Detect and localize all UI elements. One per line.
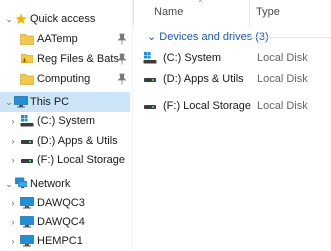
- nav-drive-label: (D:) Apps & Utils: [37, 135, 118, 147]
- chevron-down-icon[interactable]: ⌄: [147, 31, 156, 43]
- folder-icon: [20, 74, 34, 85]
- nav-item-label: AATemp: [37, 33, 78, 45]
- nav-quick-access-label: Quick access: [30, 13, 96, 25]
- drive-icon: [144, 105, 156, 109]
- folder-warning-icon: [21, 53, 33, 64]
- chevron-right-icon[interactable]: ›: [9, 116, 17, 126]
- nav-drive-label: (F:) Local Storage: [37, 154, 126, 166]
- windows-drive-icon: [20, 115, 34, 127]
- column-header-name[interactable]: Name: [154, 6, 183, 18]
- nav-network[interactable]: ⌄ Network: [0, 174, 130, 194]
- list-item[interactable]: (C:) System Local Disk: [141, 50, 331, 68]
- content-pane: ⌃ Name Type ⌄ Devices and drives (3) (C:…: [133, 0, 331, 250]
- chevron-down-icon[interactable]: ⌄: [5, 179, 13, 189]
- item-type: Local Disk: [257, 73, 308, 85]
- folder-icon: [20, 34, 34, 45]
- chevron-right-icon[interactable]: ›: [9, 236, 17, 246]
- nav-item-aatemp[interactable]: AATemp: [0, 29, 130, 49]
- monitor-icon: [20, 235, 34, 247]
- nav-computer-label: HEMPC1: [37, 235, 83, 247]
- chevron-down-icon[interactable]: ⌄: [5, 14, 13, 24]
- drive-icon: [144, 78, 156, 82]
- nav-item-label: Computing: [37, 73, 91, 85]
- pin-icon[interactable]: [117, 73, 127, 85]
- group-divider: [245, 37, 331, 38]
- chevron-right-icon[interactable]: ›: [9, 198, 17, 208]
- list-item[interactable]: (D:) Apps & Utils Local Disk: [141, 71, 331, 89]
- column-header-type[interactable]: Type: [256, 6, 280, 18]
- pin-icon[interactable]: [117, 33, 127, 45]
- nav-computer-hempc1[interactable]: › HEMPC1: [0, 231, 130, 251]
- chevron-right-icon[interactable]: ›: [9, 217, 17, 227]
- nav-computer-label: DAWQC4: [37, 216, 85, 228]
- star-icon: [15, 13, 27, 25]
- column-separator: [133, 0, 134, 26]
- nav-computer-dawqc3[interactable]: › DAWQC3: [0, 193, 130, 213]
- item-type: Local Disk: [257, 52, 308, 64]
- monitor-icon: [20, 216, 34, 228]
- sort-ascending-icon: ⌃: [197, 0, 204, 8]
- nav-this-pc[interactable]: ⌄ This PC: [0, 92, 130, 112]
- drive-icon: [21, 159, 33, 163]
- drive-icon: [21, 140, 33, 144]
- nav-network-label: Network: [30, 178, 71, 190]
- nav-drive-d[interactable]: › (D:) Apps & Utils: [0, 131, 130, 151]
- item-type: Local Disk: [257, 100, 308, 112]
- pin-icon[interactable]: [117, 53, 127, 65]
- monitor-icon: [20, 197, 34, 209]
- item-name: (D:) Apps & Utils: [163, 73, 244, 85]
- monitor-icon: [14, 96, 28, 108]
- network-icon: [15, 177, 27, 189]
- nav-item-reg-files[interactable]: Reg Files & Bats: [0, 49, 130, 69]
- nav-this-pc-label: This PC: [30, 96, 70, 108]
- nav-item-label: Reg Files & Bats: [37, 53, 119, 65]
- nav-drive-c[interactable]: › (C:) System: [0, 111, 130, 131]
- nav-drive-label: (C:) System: [37, 115, 96, 127]
- nav-drive-f[interactable]: › (F:) Local Storage: [0, 150, 130, 170]
- chevron-right-icon[interactable]: ›: [9, 136, 17, 146]
- chevron-right-icon[interactable]: ›: [9, 155, 17, 165]
- column-separator[interactable]: [249, 0, 250, 26]
- list-item[interactable]: (F:) Local Storage Local Disk: [141, 98, 331, 116]
- nav-computer-label: DAWQC3: [37, 197, 85, 209]
- nav-quick-access[interactable]: ⌄ Quick access: [0, 9, 130, 29]
- nav-item-computing[interactable]: Computing: [0, 69, 130, 89]
- windows-drive-icon: [143, 52, 157, 64]
- item-name: (C:) System: [163, 52, 222, 64]
- nav-computer-dawqc4[interactable]: › DAWQC4: [0, 212, 130, 232]
- item-name: (F:) Local Storage: [163, 100, 252, 112]
- chevron-down-icon[interactable]: ⌄: [5, 97, 13, 107]
- navigation-pane: ⌄ Quick access AATemp Reg Files & Bats C: [0, 0, 130, 250]
